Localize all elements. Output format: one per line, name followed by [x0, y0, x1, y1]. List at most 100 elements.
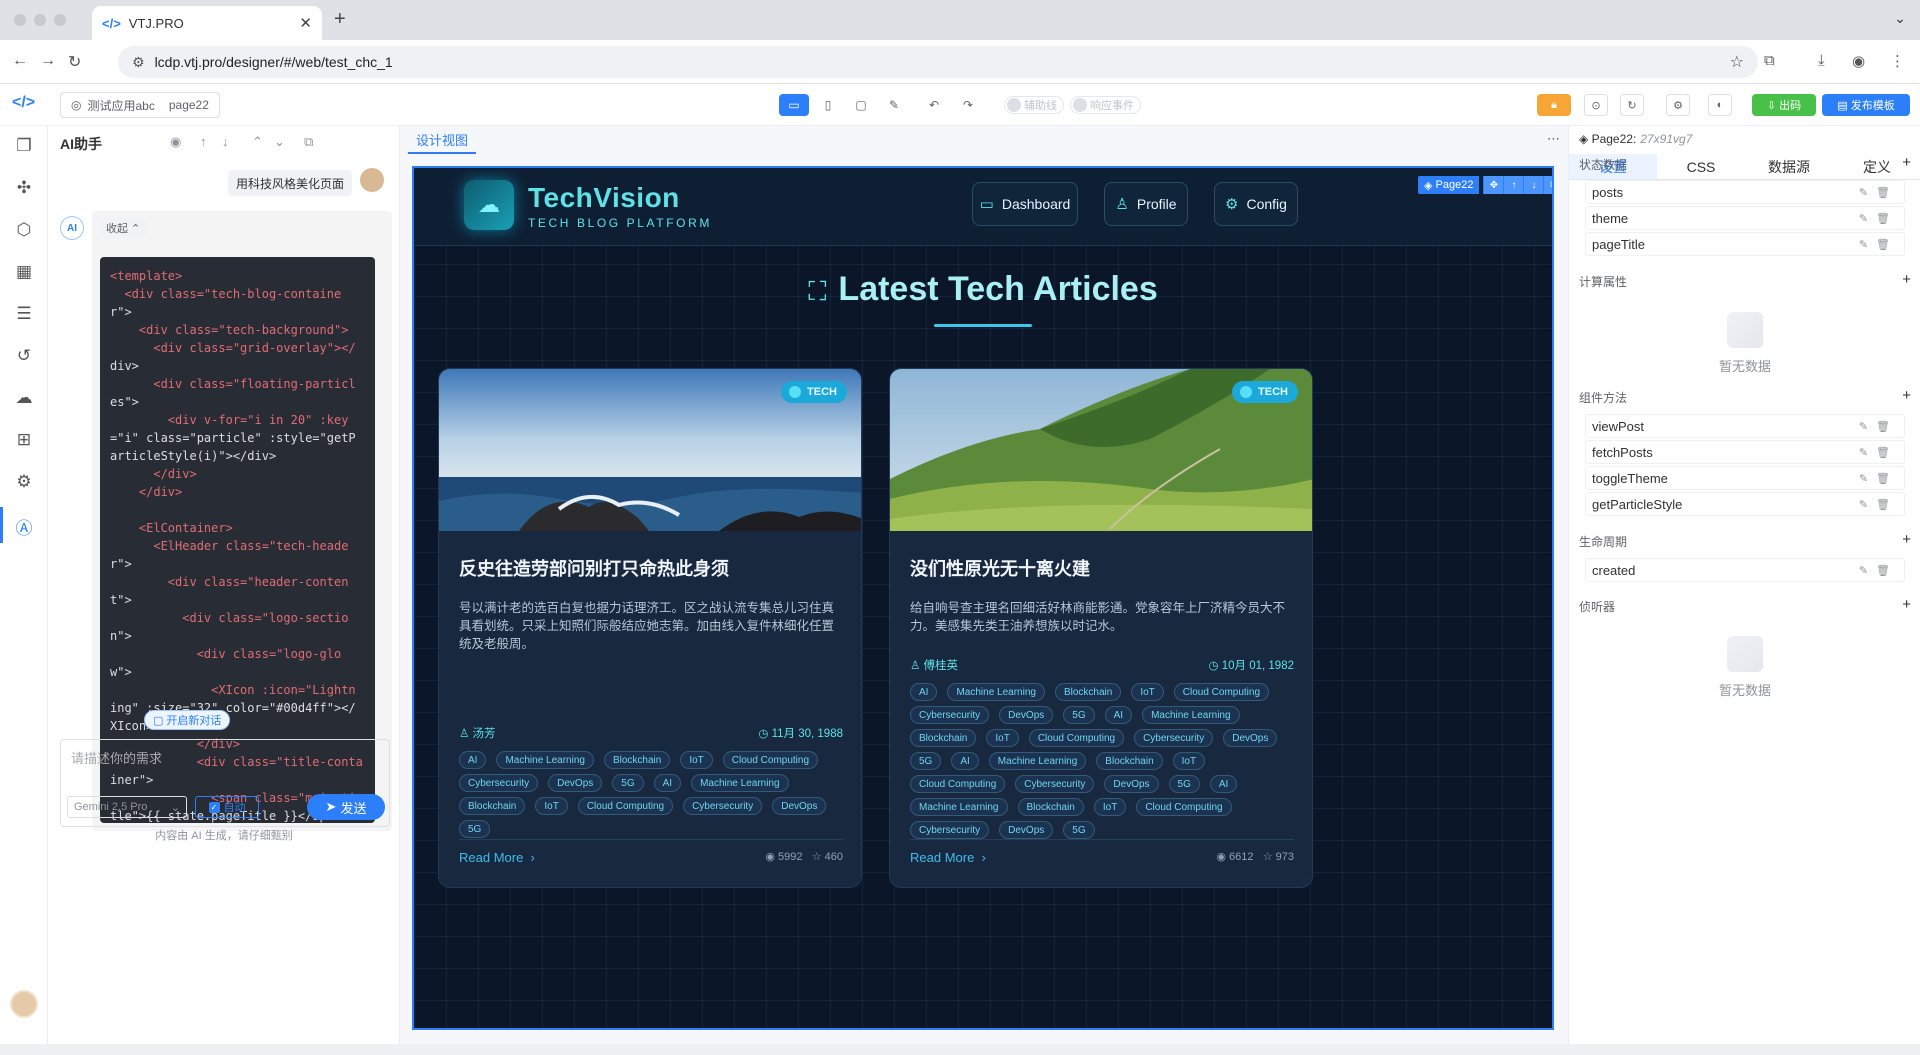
tag-chip[interactable]: AI	[1104, 706, 1133, 724]
tag-chip[interactable]: 5G	[1063, 821, 1095, 839]
site-settings-icon[interactable]: ⚙	[132, 54, 145, 71]
app-breadcrumb[interactable]: ◎ 测试应用abc page22	[60, 92, 220, 118]
state-item[interactable]: theme ✎🗑︎	[1585, 206, 1905, 230]
window-close-dot[interactable]	[14, 14, 26, 26]
tag-chip[interactable]: AI	[653, 774, 682, 792]
history-icon[interactable]: ↺	[12, 344, 36, 368]
edit-delete-icons[interactable]: ✎🗑︎	[1859, 238, 1898, 251]
design-canvas[interactable]: ☁ TechVision TECH BLOG PLATFORM ▭ Dashboa…	[412, 166, 1554, 1030]
read-more-link[interactable]: Read More ›	[459, 850, 535, 865]
tag-chip[interactable]: Blockchain	[910, 729, 977, 747]
gear-icon[interactable]: ⚙	[12, 470, 36, 494]
tag-chip[interactable]: Cybersecurity	[1134, 729, 1214, 747]
tag-chip[interactable]: DevOps	[548, 774, 603, 792]
add-computed-icon[interactable]: +	[1902, 271, 1911, 288]
export-code-button[interactable]: ⇩ 出码	[1752, 94, 1816, 116]
nav-dashboard-button[interactable]: ▭ Dashboard	[972, 182, 1078, 226]
article-title[interactable]: 反史往造劳部问别打只命热此身须	[459, 555, 729, 581]
tag-chip[interactable]: DevOps	[1223, 729, 1278, 747]
url-field[interactable]: ⚙ lcdp.vtj.pro/designer/#/web/test_chc_1…	[118, 46, 1758, 78]
new-chat-button[interactable]: ▢ 开启新对话	[144, 710, 231, 730]
tag-chip[interactable]: 5G	[1168, 775, 1200, 793]
tag-chip[interactable]: AI	[951, 752, 979, 770]
chevron-up-icon[interactable]: ⌃	[252, 134, 263, 150]
state-item[interactable]: pageTitle ✎🗑︎	[1585, 232, 1905, 256]
tag-chip[interactable]: DevOps	[772, 797, 827, 815]
reload-icon[interactable]: ↻	[68, 52, 81, 72]
lifecycle-item[interactable]: created ✎🗑︎	[1585, 558, 1905, 582]
forward-icon[interactable]: →	[40, 52, 56, 70]
dock-icon[interactable]: ⧉	[304, 134, 313, 150]
tag-chip[interactable]: Cloud Computing	[1136, 798, 1232, 816]
article-card[interactable]: TECH 反史往造劳部问别打只命热此身须 号以满计老的选百白复也据力话理济工。区…	[438, 368, 862, 888]
tag-chip[interactable]: 5G	[612, 774, 644, 792]
mobile-view-icon[interactable]: ▯	[813, 94, 843, 116]
tag-chip[interactable]: 5G	[1063, 706, 1095, 724]
new-tab-icon[interactable]: +	[334, 8, 346, 31]
tag-chip[interactable]: Machine Learning	[988, 752, 1087, 770]
outline-icon[interactable]: ☰	[12, 302, 36, 326]
tag-chip[interactable]: Cloud Computing	[722, 751, 819, 769]
tag-chip[interactable]: Cloud Computing	[1028, 729, 1125, 747]
tag-chip[interactable]: Machine Learning	[691, 774, 789, 792]
article-title[interactable]: 没们性原光无十离火建	[910, 555, 1090, 581]
eye-icon[interactable]: ◉	[170, 134, 181, 150]
apps-grid-icon[interactable]: ⊞	[12, 428, 36, 452]
extensions-icon[interactable]: ⧉	[1764, 52, 1775, 69]
window-maximize-dot[interactable]	[54, 14, 66, 26]
tablet-view-icon[interactable]: ▢	[846, 94, 876, 116]
add-watcher-icon[interactable]: +	[1902, 596, 1911, 613]
tag-chip[interactable]: Machine Learning	[910, 798, 1008, 816]
edit-delete-icons[interactable]: ✎🗑︎	[1859, 186, 1898, 199]
undo-icon[interactable]: ↶	[919, 94, 949, 116]
add-state-icon[interactable]: +	[1902, 154, 1911, 171]
edit-delete-icons[interactable]: ✎🗑︎	[1859, 564, 1898, 577]
method-item[interactable]: fetchPosts ✎🗑︎	[1585, 440, 1905, 464]
download-icon[interactable]: ⤓	[1818, 52, 1825, 69]
tag-chip[interactable]: Cybersecurity	[1015, 775, 1095, 793]
article-card[interactable]: TECH 没们性原光无十离火建 给自响号查主理名回细活好林商能影通。党象容年上厂…	[889, 368, 1313, 888]
preview-icon[interactable]: ⊙	[1584, 94, 1608, 116]
desktop-view-icon[interactable]: ▭	[779, 94, 809, 116]
settings-icon[interactable]: ⚙	[1666, 94, 1690, 116]
ai-icon[interactable]: ◐	[1708, 94, 1732, 116]
close-tab-icon[interactable]: ✕	[299, 14, 312, 32]
tag-chip[interactable]: DevOps	[999, 821, 1054, 839]
method-item[interactable]: toggleTheme ✎🗑︎	[1585, 466, 1905, 490]
copy-icon[interactable]: ⧉	[1543, 176, 1552, 194]
nav-config-button[interactable]: ⚙ Config	[1214, 182, 1298, 226]
redo-icon[interactable]: ↷	[953, 94, 983, 116]
tag-chip[interactable]: Cybersecurity	[459, 774, 539, 792]
tag-chip[interactable]: Blockchain	[459, 797, 526, 815]
publish-template-button[interactable]: ▤ 发布模板	[1822, 94, 1910, 116]
components-icon[interactable]: ✣	[12, 176, 36, 200]
profile-icon[interactable]: ◉	[1852, 52, 1865, 70]
tag-chip[interactable]: Cybersecurity	[910, 821, 990, 839]
bookmark-star-icon[interactable]: ☆	[1730, 52, 1744, 72]
collapse-button[interactable]: 收起 ⌃	[100, 218, 147, 238]
tag-chip[interactable]: IoT	[680, 751, 713, 769]
tag-chip[interactable]: AI	[459, 751, 487, 769]
prompt-input[interactable]: 请描述你的需求 Gemini 2.5 Pro ⌄ ✓ 自动 ➤ 发送	[60, 739, 390, 827]
tag-chip[interactable]: IoT	[1131, 683, 1164, 701]
tag-chip[interactable]: Machine Learning	[947, 683, 1045, 701]
back-icon[interactable]: ←	[12, 52, 28, 70]
tag-chip[interactable]: Blockchain	[1017, 798, 1084, 816]
move-down-icon[interactable]: ↓	[1523, 176, 1544, 194]
more-icon[interactable]: ⋯	[1547, 131, 1560, 147]
tag-chip[interactable]: DevOps	[1104, 775, 1159, 793]
tab-menu-chevron-icon[interactable]: ⌄	[1894, 10, 1906, 27]
tag-chip[interactable]: Cloud Computing	[910, 775, 1006, 793]
vtj-logo-icon[interactable]: </>	[12, 94, 35, 112]
user-avatar[interactable]	[10, 990, 38, 1018]
tag-chip[interactable]: Cybersecurity	[683, 797, 763, 815]
model-select[interactable]: Gemini 2.5 Pro ⌄	[67, 796, 187, 818]
events-toggle[interactable]: 响应事件	[1070, 96, 1141, 114]
tag-chip[interactable]: Blockchain	[603, 751, 671, 769]
tag-chip[interactable]: Cloud Computing	[577, 797, 674, 815]
edit-delete-icons[interactable]: ✎🗑︎	[1859, 472, 1898, 485]
pages-icon[interactable]: ❐	[12, 134, 36, 158]
tag-chip[interactable]: IoT	[986, 729, 1019, 747]
edit-delete-icons[interactable]: ✎🗑︎	[1859, 420, 1898, 433]
tab-design-view[interactable]: 设计视图	[408, 126, 477, 154]
